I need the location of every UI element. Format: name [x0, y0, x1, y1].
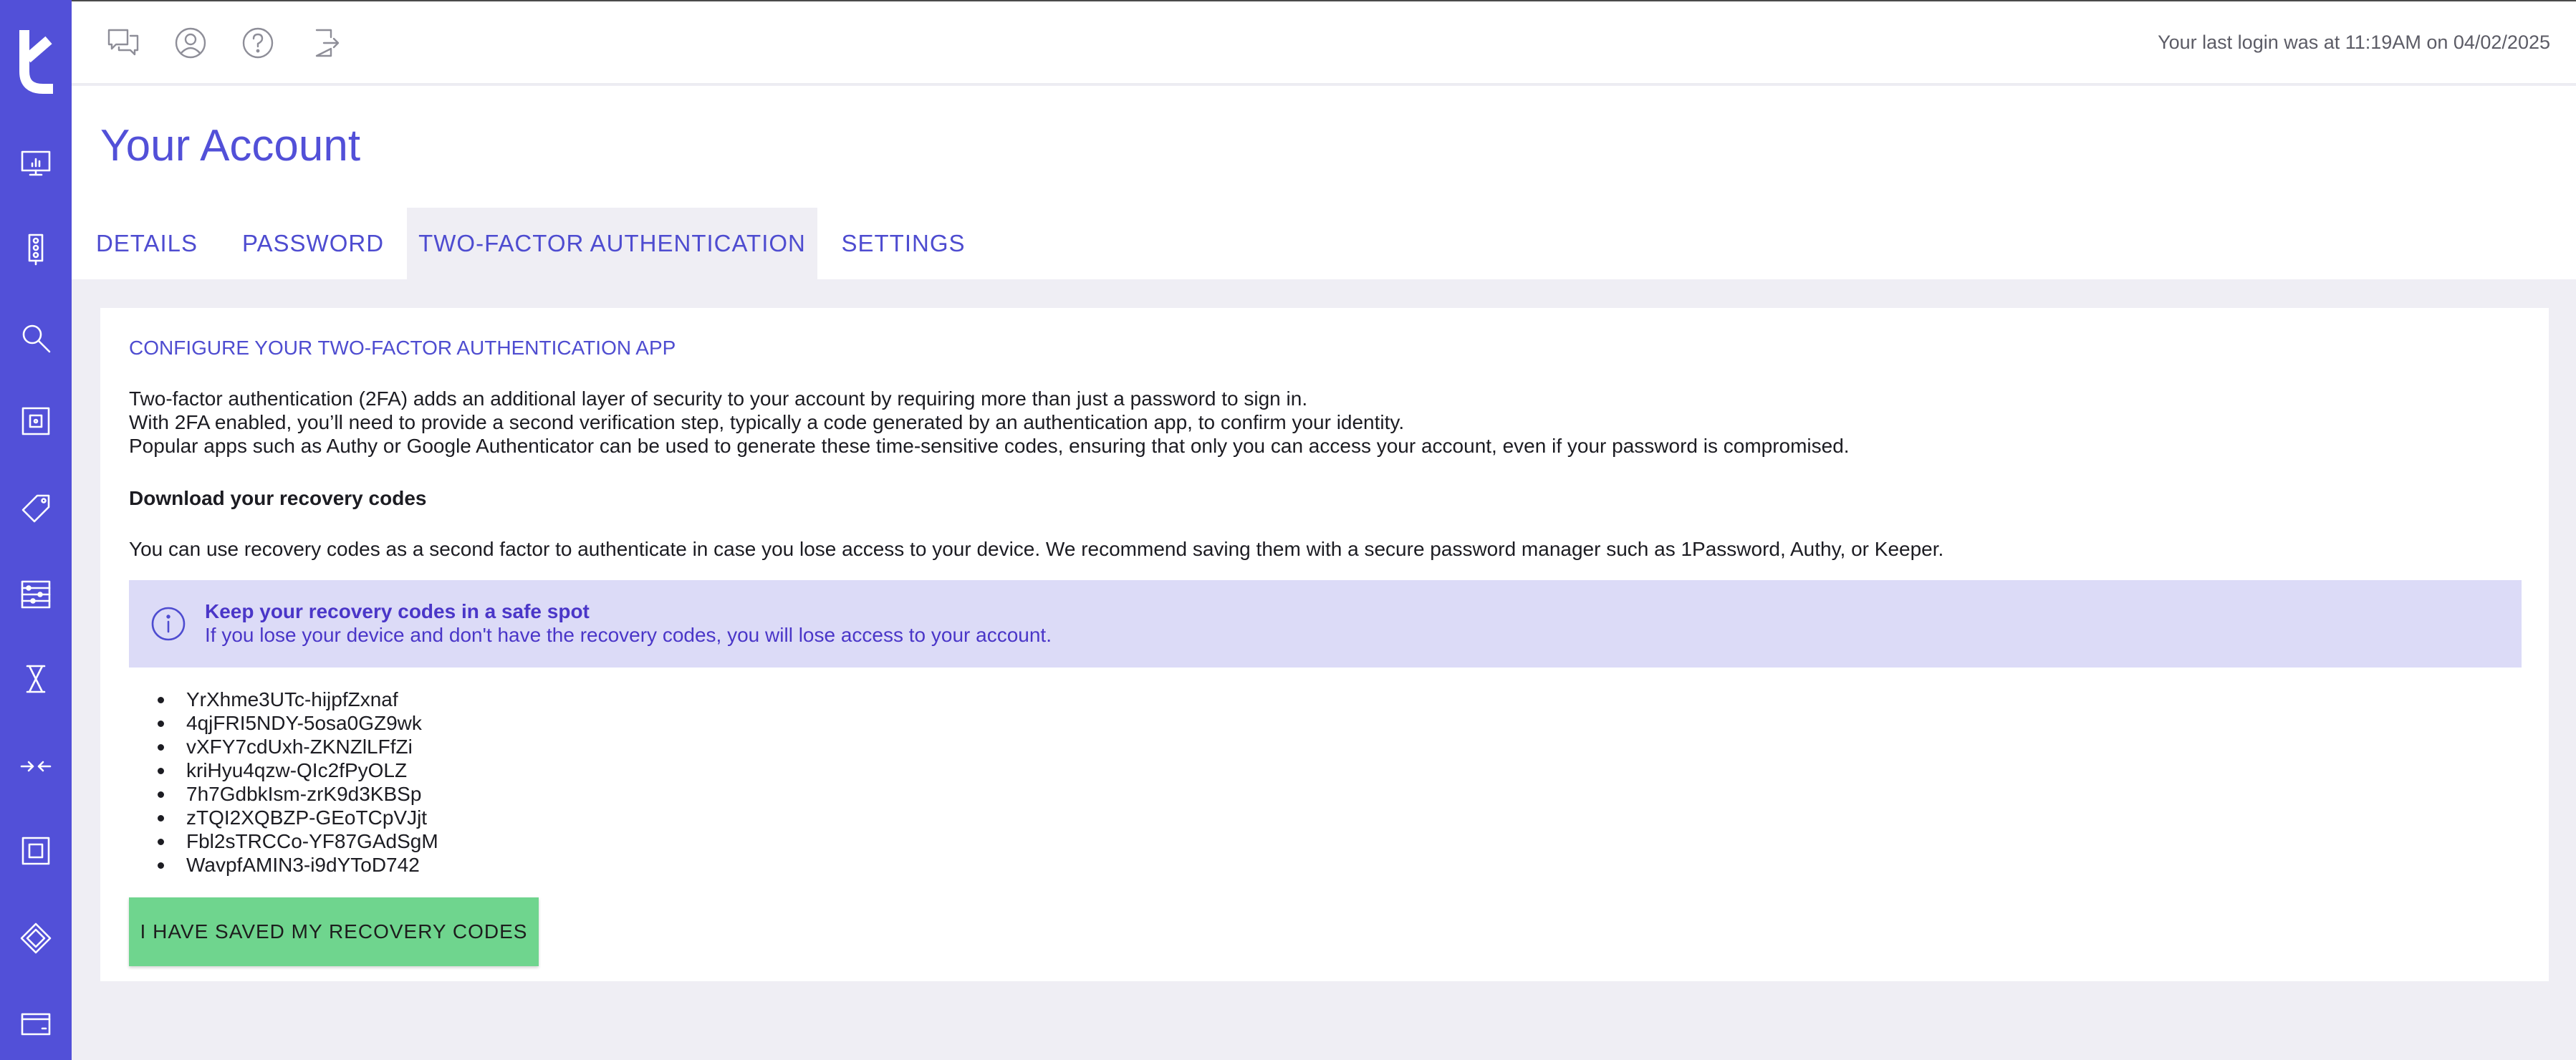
- recovery-code: vXFY7cdUxh-ZKNZlLFfZi: [158, 735, 438, 758]
- recovery-code: zTQI2XQBZP-GEoTCpVJjt: [158, 806, 438, 829]
- download-heading: Download your recovery codes: [129, 487, 427, 509]
- recovery-code: kriHyu4qzw-QIc2fPyOLZ: [158, 758, 438, 782]
- app-logo[interactable]: [16, 27, 56, 96]
- user-icon[interactable]: [173, 26, 208, 60]
- last-login-text: Your last login was at 11:19AM on 04/02/…: [2158, 32, 2550, 53]
- section-title: CONFIGURE YOUR TWO-FACTOR AUTHENTICATION…: [129, 337, 676, 359]
- safe-icon[interactable]: [19, 834, 53, 868]
- recovery-code: WavpfAMIN3-i9dYToD742: [158, 853, 438, 877]
- tab-two-factor-authentication[interactable]: TWO-FACTOR AUTHENTICATION: [407, 208, 817, 279]
- tab-details[interactable]: DETAILS: [72, 208, 222, 279]
- tag-icon[interactable]: [19, 491, 53, 526]
- info-icon: [149, 604, 188, 643]
- abacus-icon[interactable]: [19, 577, 53, 612]
- ticket-icon[interactable]: [19, 921, 53, 955]
- info-alert: Keep your recovery codes in a safe spot …: [129, 580, 2522, 668]
- search-icon[interactable]: [19, 321, 53, 355]
- logout-icon[interactable]: [308, 26, 342, 60]
- chat-icon[interactable]: [106, 26, 140, 60]
- vault-icon[interactable]: [19, 404, 53, 438]
- page-header: Your Account DETAILS PASSWORD TWO-FACTOR…: [72, 86, 2576, 279]
- two-factor-card: CONFIGURE YOUR TWO-FACTOR AUTHENTICATION…: [100, 308, 2549, 981]
- traffic-light-icon[interactable]: [19, 232, 53, 266]
- sidebar: [0, 0, 72, 1060]
- monitor-chart-icon[interactable]: [19, 146, 53, 180]
- recovery-code: 7h7GdbkIsm-zrK9d3KBSp: [158, 782, 438, 806]
- intro-line-1: Two-factor authentication (2FA) adds an …: [129, 387, 1308, 410]
- page-title: Your Account: [100, 121, 361, 170]
- saved-recovery-codes-button[interactable]: I HAVE SAVED MY RECOVERY CODES: [129, 897, 539, 966]
- download-text: You can use recovery codes as a second f…: [129, 538, 1944, 560]
- recovery-code: YrXhme3UTc-hijpfZxnaf: [158, 688, 438, 711]
- tab-settings[interactable]: SETTINGS: [830, 208, 977, 279]
- alert-body: If you lose your device and don't have t…: [205, 624, 1052, 646]
- card-icon[interactable]: [19, 1007, 53, 1041]
- alert-title: Keep your recovery codes in a safe spot: [205, 600, 590, 622]
- recovery-code: 4qjFRI5NDY-5osa0GZ9wk: [158, 711, 438, 735]
- recovery-code: Fbl2sTRCCo-YF87GAdSgM: [158, 829, 438, 853]
- merge-arrows-icon[interactable]: [19, 749, 53, 784]
- recovery-codes-list: YrXhme3UTc-hijpfZxnaf 4qjFRI5NDY-5osa0GZ…: [158, 688, 438, 877]
- top-bar: Your last login was at 11:19AM on 04/02/…: [72, 0, 2576, 85]
- tab-password[interactable]: PASSWORD: [238, 208, 388, 279]
- help-icon[interactable]: [241, 26, 275, 60]
- intro-line-3: Popular apps such as Authy or Google Aut…: [129, 435, 1850, 457]
- intro-line-2: With 2FA enabled, you’ll need to provide…: [129, 411, 1405, 433]
- hourglass-icon[interactable]: [19, 662, 53, 696]
